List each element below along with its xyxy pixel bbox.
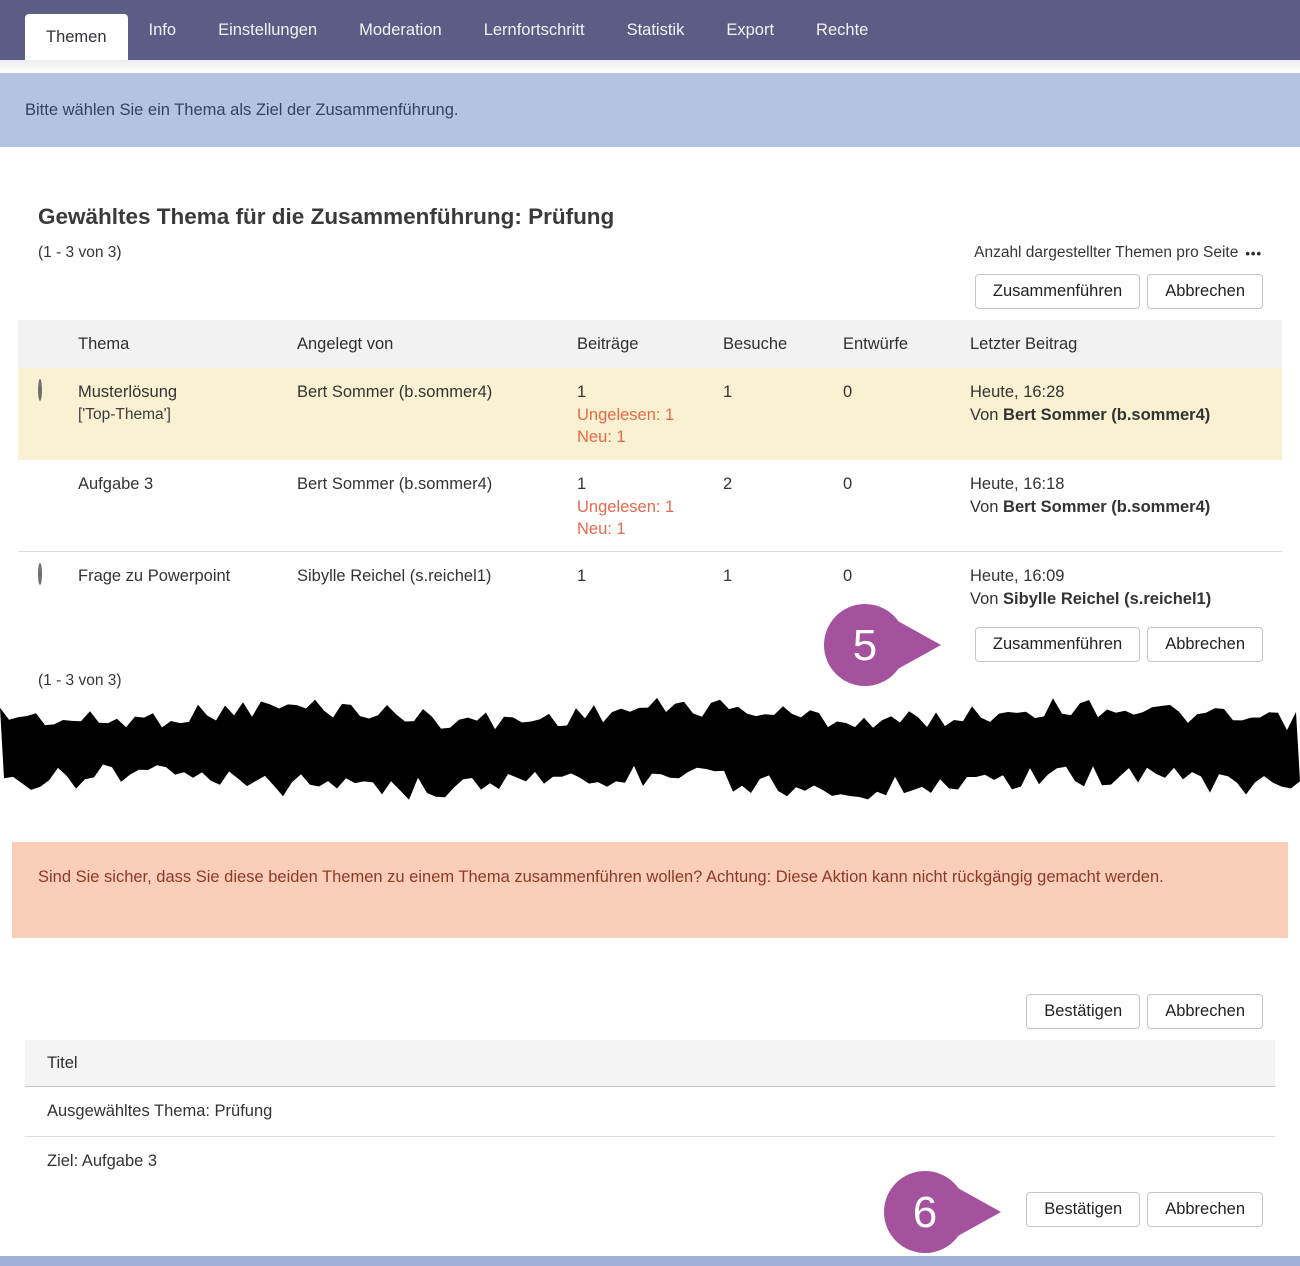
topic-title: Aufgabe 3 xyxy=(78,473,297,496)
drafts-count: 0 xyxy=(843,381,970,404)
new-count: Neu: 1 xyxy=(577,426,723,449)
step-5-number: 5 xyxy=(853,621,877,670)
table-row: Musterlösung ['Top-Thema'] Bert Sommer (… xyxy=(18,368,1282,460)
table-row: Aufgabe 3 Bert Sommer (b.sommer4) 1 Unge… xyxy=(18,460,1282,552)
confirm-buttons-top: Bestätigen Abbrechen xyxy=(1026,994,1263,1029)
col-header-entwuerfe: Entwürfe xyxy=(843,335,970,354)
last-post-by-prefix: Von xyxy=(970,498,998,516)
confirm-button-bottom[interactable]: Bestätigen xyxy=(1026,1192,1140,1227)
tab-moderation[interactable]: Moderation xyxy=(338,0,463,60)
tab-lernfortschritt[interactable]: Lernfortschritt xyxy=(463,0,606,60)
page-title: Gewähltes Thema für die Zusammenführung:… xyxy=(38,204,614,230)
footer-bar xyxy=(0,1256,1300,1266)
warning-banner: Sind Sie sicher, dass Sie diese beiden T… xyxy=(12,842,1288,938)
info-message-banner: Bitte wählen Sie ein Thema als Ziel der … xyxy=(0,73,1300,147)
info-message-text: Bitte wählen Sie ein Thema als Ziel der … xyxy=(25,101,459,120)
summary-col-header-titel: Titel xyxy=(25,1040,1275,1087)
topics-table: Thema Angelegt von Beiträge Besuche Entw… xyxy=(18,320,1282,624)
unread-count: Ungelesen: 1 xyxy=(577,404,723,427)
tab-rechte[interactable]: Rechte xyxy=(795,0,889,60)
drafts-count: 0 xyxy=(843,473,970,496)
last-post-time: Heute, 16:09 xyxy=(970,565,1282,588)
cancel-button-top[interactable]: Abbrechen xyxy=(1147,274,1263,309)
topics-table-header: Thema Angelegt von Beiträge Besuche Entw… xyxy=(18,320,1282,368)
cancel-button-bottom[interactable]: Abbrechen xyxy=(1147,627,1263,662)
bottom-action-buttons: Zusammenführen Abbrechen xyxy=(975,627,1263,662)
col-header-beitraege: Beiträge xyxy=(577,335,723,354)
tab-einstellungen[interactable]: Einstellungen xyxy=(197,0,338,60)
last-post-author: Bert Sommer (b.sommer4) xyxy=(1003,406,1210,424)
merge-button-bottom[interactable]: Zusammenführen xyxy=(975,627,1140,662)
per-page-control: Anzahl dargestellter Themen pro Seite ••… xyxy=(974,244,1262,262)
last-post-time: Heute, 16:18 xyxy=(970,473,1282,496)
confirm-button-top[interactable]: Bestätigen xyxy=(1026,994,1140,1029)
posts-count: 1 xyxy=(577,473,723,496)
last-post-by-prefix: Von xyxy=(970,406,998,424)
warning-text: Sind Sie sicher, dass Sie diese beiden T… xyxy=(38,862,1178,892)
new-count: Neu: 1 xyxy=(577,518,723,541)
posts-count: 1 xyxy=(577,381,723,404)
top-action-buttons: Zusammenführen Abbrechen xyxy=(975,274,1263,309)
summary-row-target-topic: Ziel: Aufgabe 3 xyxy=(25,1137,1275,1186)
tab-statistik[interactable]: Statistik xyxy=(606,0,706,60)
cancel-button-confirm-top[interactable]: Abbrechen xyxy=(1147,994,1263,1029)
topic-author: Sibylle Reichel (s.reichel1) xyxy=(297,565,577,588)
step-6-number: 6 xyxy=(913,1188,937,1237)
last-post-by-prefix: Von xyxy=(970,590,998,608)
confirm-buttons-bottom: Bestätigen Abbrechen xyxy=(1026,1192,1263,1227)
topic-subtitle: ['Top-Thema'] xyxy=(78,404,297,427)
col-header-angelegt-von: Angelegt von xyxy=(297,335,577,354)
cancel-button-confirm-bottom[interactable]: Abbrechen xyxy=(1147,1192,1263,1227)
merge-button-top[interactable]: Zusammenführen xyxy=(975,274,1140,309)
last-post-time: Heute, 16:28 xyxy=(970,381,1282,404)
col-header-letzter-beitrag: Letzter Beitrag xyxy=(970,335,1282,354)
topic-author: Bert Sommer (b.sommer4) xyxy=(297,473,577,496)
summary-row-selected-topic: Ausgewähltes Thema: Prüfung xyxy=(25,1087,1275,1137)
visits-count: 1 xyxy=(723,565,843,588)
last-post-author: Sibylle Reichel (s.reichel1) xyxy=(1003,590,1211,608)
pagination-info-top: (1 - 3 von 3) xyxy=(38,244,122,262)
merge-summary-table: Titel Ausgewähltes Thema: Prüfung Ziel: … xyxy=(25,1040,1275,1186)
per-page-menu-icon[interactable]: ••• xyxy=(1245,246,1262,261)
col-header-thema: Thema xyxy=(78,335,297,354)
tab-themen[interactable]: Themen xyxy=(25,14,128,60)
visits-count: 1 xyxy=(723,381,843,404)
drafts-count: 0 xyxy=(843,565,970,588)
col-header-besuche: Besuche xyxy=(723,335,843,354)
table-row: Frage zu Powerpoint Sibylle Reichel (s.r… xyxy=(18,552,1282,624)
per-page-label: Anzahl dargestellter Themen pro Seite xyxy=(974,244,1238,262)
visits-count: 2 xyxy=(723,473,843,496)
tab-export[interactable]: Export xyxy=(705,0,795,60)
torn-edge-divider xyxy=(0,688,1300,808)
unread-count: Ungelesen: 1 xyxy=(577,496,723,519)
tab-info[interactable]: Info xyxy=(128,0,198,60)
last-post-author: Bert Sommer (b.sommer4) xyxy=(1003,498,1210,516)
nav-divider xyxy=(0,60,1300,73)
topic-radio-powerpoint[interactable] xyxy=(38,563,42,585)
topic-title: Frage zu Powerpoint xyxy=(78,565,297,588)
posts-count: 1 xyxy=(577,565,723,588)
top-tab-bar: Themen Info Einstellungen Moderation Ler… xyxy=(0,0,1300,60)
topic-title: Musterlösung xyxy=(78,381,297,404)
topic-author: Bert Sommer (b.sommer4) xyxy=(297,381,577,404)
page: Themen Info Einstellungen Moderation Ler… xyxy=(0,0,1300,1266)
topic-radio-musterloesung[interactable] xyxy=(38,379,42,401)
